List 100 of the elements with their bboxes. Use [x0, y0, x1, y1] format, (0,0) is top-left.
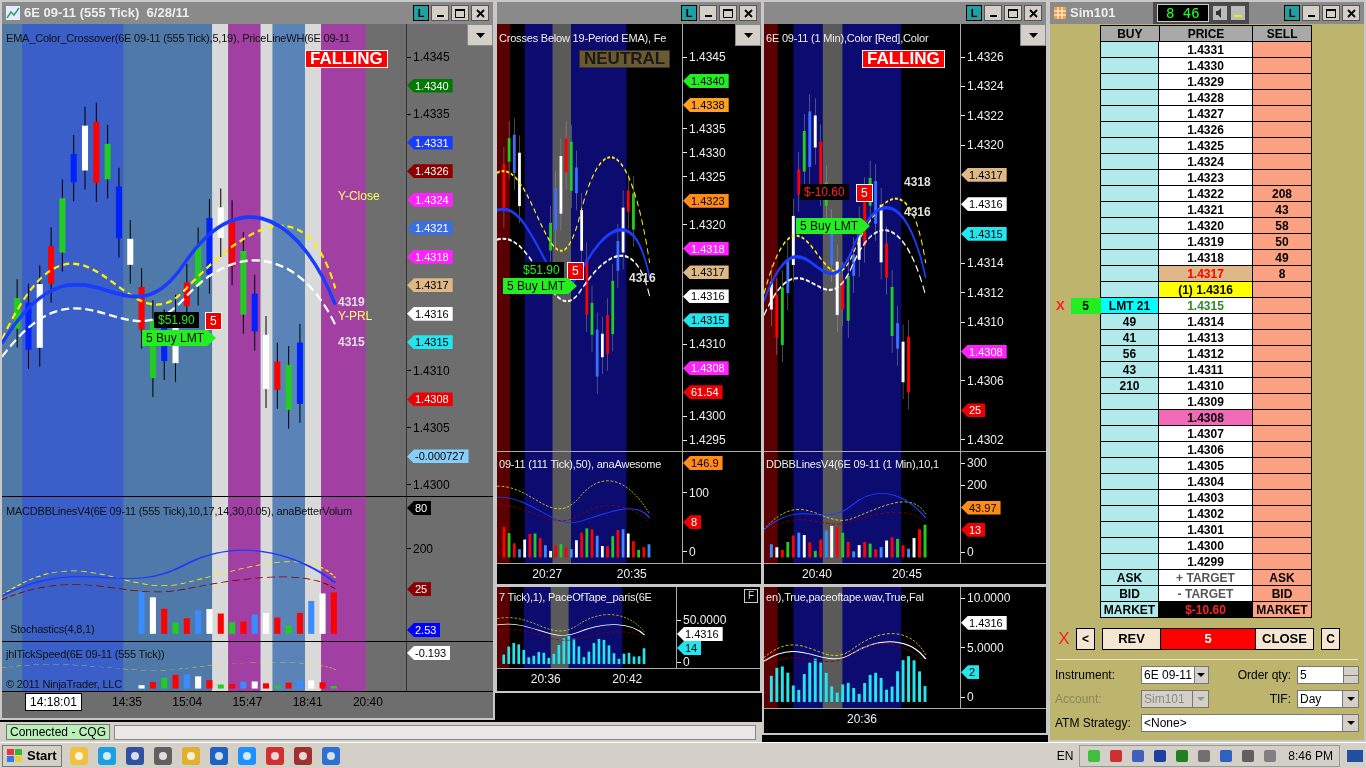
buy-cell[interactable]: 210: [1100, 378, 1159, 394]
sell-action-button[interactable]: ASK: [1253, 570, 1312, 586]
price-cell: 1.4299: [1159, 554, 1253, 570]
price-cell: 1.4300: [1159, 538, 1253, 554]
sell-action-button[interactable]: MARKET: [1253, 602, 1312, 618]
price-flag: 1.4316: [677, 627, 723, 641]
buy-cell[interactable]: LMT 21: [1100, 298, 1159, 314]
price-flag: 14: [677, 641, 702, 655]
price-cell: 1.4319: [1159, 234, 1253, 250]
sell-cell[interactable]: 58: [1253, 218, 1312, 234]
dropdown-field[interactable]: <None>: [1141, 714, 1359, 732]
price-cell: 1.4304: [1159, 474, 1253, 490]
price-cell: 1.4325: [1159, 138, 1253, 154]
price-cell: 1.4311: [1159, 362, 1253, 378]
clock-display: 8 46: [1157, 4, 1209, 22]
axis-label: 1.4305: [413, 420, 450, 435]
time-label: 15:04: [172, 694, 203, 710]
axis-label: 50.0000: [683, 613, 727, 627]
price-cell: 1.4312: [1159, 346, 1253, 362]
indicator-caption: en),True,paceoftape.wav,True,Fal: [766, 590, 924, 605]
axis-label: 100: [689, 485, 710, 500]
axis-label: 1.4306: [967, 374, 1004, 388]
buy-action-button[interactable]: BID: [1100, 586, 1159, 602]
buy-cell[interactable]: 43: [1100, 362, 1159, 378]
price-flag: 1.4308: [683, 361, 729, 376]
price-action-button[interactable]: + TARGET: [1159, 570, 1253, 586]
price-flag: 25: [407, 582, 432, 597]
axis-label: 1.4324: [967, 79, 1004, 94]
price-flag: 1.4317: [407, 278, 453, 293]
quantity-tag: 5: [205, 312, 222, 330]
connection-status: Connected - CQG: [6, 724, 111, 740]
price-cell: 1.4324: [1159, 154, 1253, 170]
price-cell: (1) 1.4316: [1159, 282, 1253, 298]
sell-cell[interactable]: 43: [1253, 202, 1312, 218]
axis-label: 0: [689, 544, 696, 559]
buy-cell[interactable]: 56: [1100, 346, 1159, 362]
price-cell: 1.4321: [1159, 202, 1253, 218]
buy-cell[interactable]: 41: [1100, 330, 1159, 346]
price-flag: 2: [961, 665, 980, 680]
link-button[interactable]: L: [681, 5, 697, 21]
axis-label: 1.4325: [689, 169, 726, 184]
order-tag: 5 Buy LMT: [142, 330, 217, 346]
link-button[interactable]: L: [413, 5, 429, 21]
buy-cell[interactable]: 49: [1100, 314, 1159, 330]
price-cell: 1.4318: [1159, 250, 1253, 266]
price-flag: -0.193: [407, 646, 451, 660]
chart-option-button[interactable]: F: [744, 589, 758, 603]
price-cell: 1.4315: [1159, 298, 1253, 314]
sell-cell[interactable]: 49: [1253, 250, 1312, 266]
dropdown-field[interactable]: Day: [1297, 690, 1359, 708]
price-cell: 1.4302: [1159, 506, 1253, 522]
price-flag: 1.4323: [683, 193, 729, 208]
axis-label: 200: [967, 478, 988, 493]
axis-label: 1.4335: [689, 121, 726, 136]
price-cell: 1.4313: [1159, 330, 1253, 346]
action-button[interactable]: REV: [1102, 628, 1161, 650]
quantity-spinner[interactable]: 5: [1297, 666, 1359, 684]
price-action-button[interactable]: - TARGET: [1159, 586, 1253, 602]
tray-clock[interactable]: 8:46 PM: [1288, 746, 1333, 765]
indicator-caption: 09-11 (111 Tick),50), anaAwesome: [499, 457, 662, 472]
price-cell: 1.4330: [1159, 58, 1253, 74]
price-cell: 1.4320: [1159, 218, 1253, 234]
price-flag: 8: [683, 515, 702, 530]
action-button[interactable]: CLOSE: [1255, 628, 1314, 650]
price-flag: 1.4321: [407, 221, 453, 236]
quantity-tag: 5: [567, 262, 584, 280]
price-label: 4318: [904, 174, 931, 190]
price-flag: 1.4324: [407, 192, 453, 207]
small-button[interactable]: C: [1321, 628, 1340, 650]
indicator-caption: 7 Tick),1), PaceOfTape_paris(6E: [499, 590, 652, 605]
axis-label: 1.4326: [967, 50, 1004, 64]
buy-action-button[interactable]: MARKET: [1100, 602, 1159, 618]
time-label: 20:36: [530, 671, 561, 687]
axis-label: 1.4295: [689, 433, 726, 447]
price-cell: 1.4307: [1159, 426, 1253, 442]
axis-label: 1.4310: [967, 315, 1004, 330]
profit-label: $51.90: [154, 312, 199, 328]
language-indicator[interactable]: EN: [1056, 746, 1074, 765]
price-flag: 43.97: [961, 500, 1001, 515]
form-label: Order qty:: [1237, 667, 1291, 684]
form-label: ATM Strategy:: [1055, 715, 1132, 732]
axis-label: 1.4310: [689, 337, 726, 352]
price-cell: 1.4305: [1159, 458, 1253, 474]
link-button[interactable]: L: [966, 5, 982, 21]
time-label: 14:35: [112, 694, 143, 710]
price-flag: 1.4316: [961, 615, 1007, 630]
sell-cell[interactable]: 208: [1253, 186, 1312, 202]
sell-cell[interactable]: 50: [1253, 234, 1312, 250]
sell-cell[interactable]: 8: [1253, 266, 1312, 282]
buy-action-button[interactable]: ASK: [1100, 570, 1159, 586]
time-label: 18:41: [292, 694, 323, 710]
dropdown-field[interactable]: 6E 09-11: [1141, 666, 1209, 684]
link-button[interactable]: L: [1284, 5, 1300, 21]
small-button[interactable]: <: [1076, 628, 1095, 650]
price-flag: 1.4326: [407, 164, 453, 179]
sell-action-button[interactable]: BID: [1253, 586, 1312, 602]
start-button[interactable]: Start: [2, 744, 62, 767]
axis-label: 1.4320: [967, 138, 1004, 153]
price-action-button[interactable]: $-10.60: [1159, 602, 1253, 618]
price-flag: 1.4316: [407, 306, 453, 321]
